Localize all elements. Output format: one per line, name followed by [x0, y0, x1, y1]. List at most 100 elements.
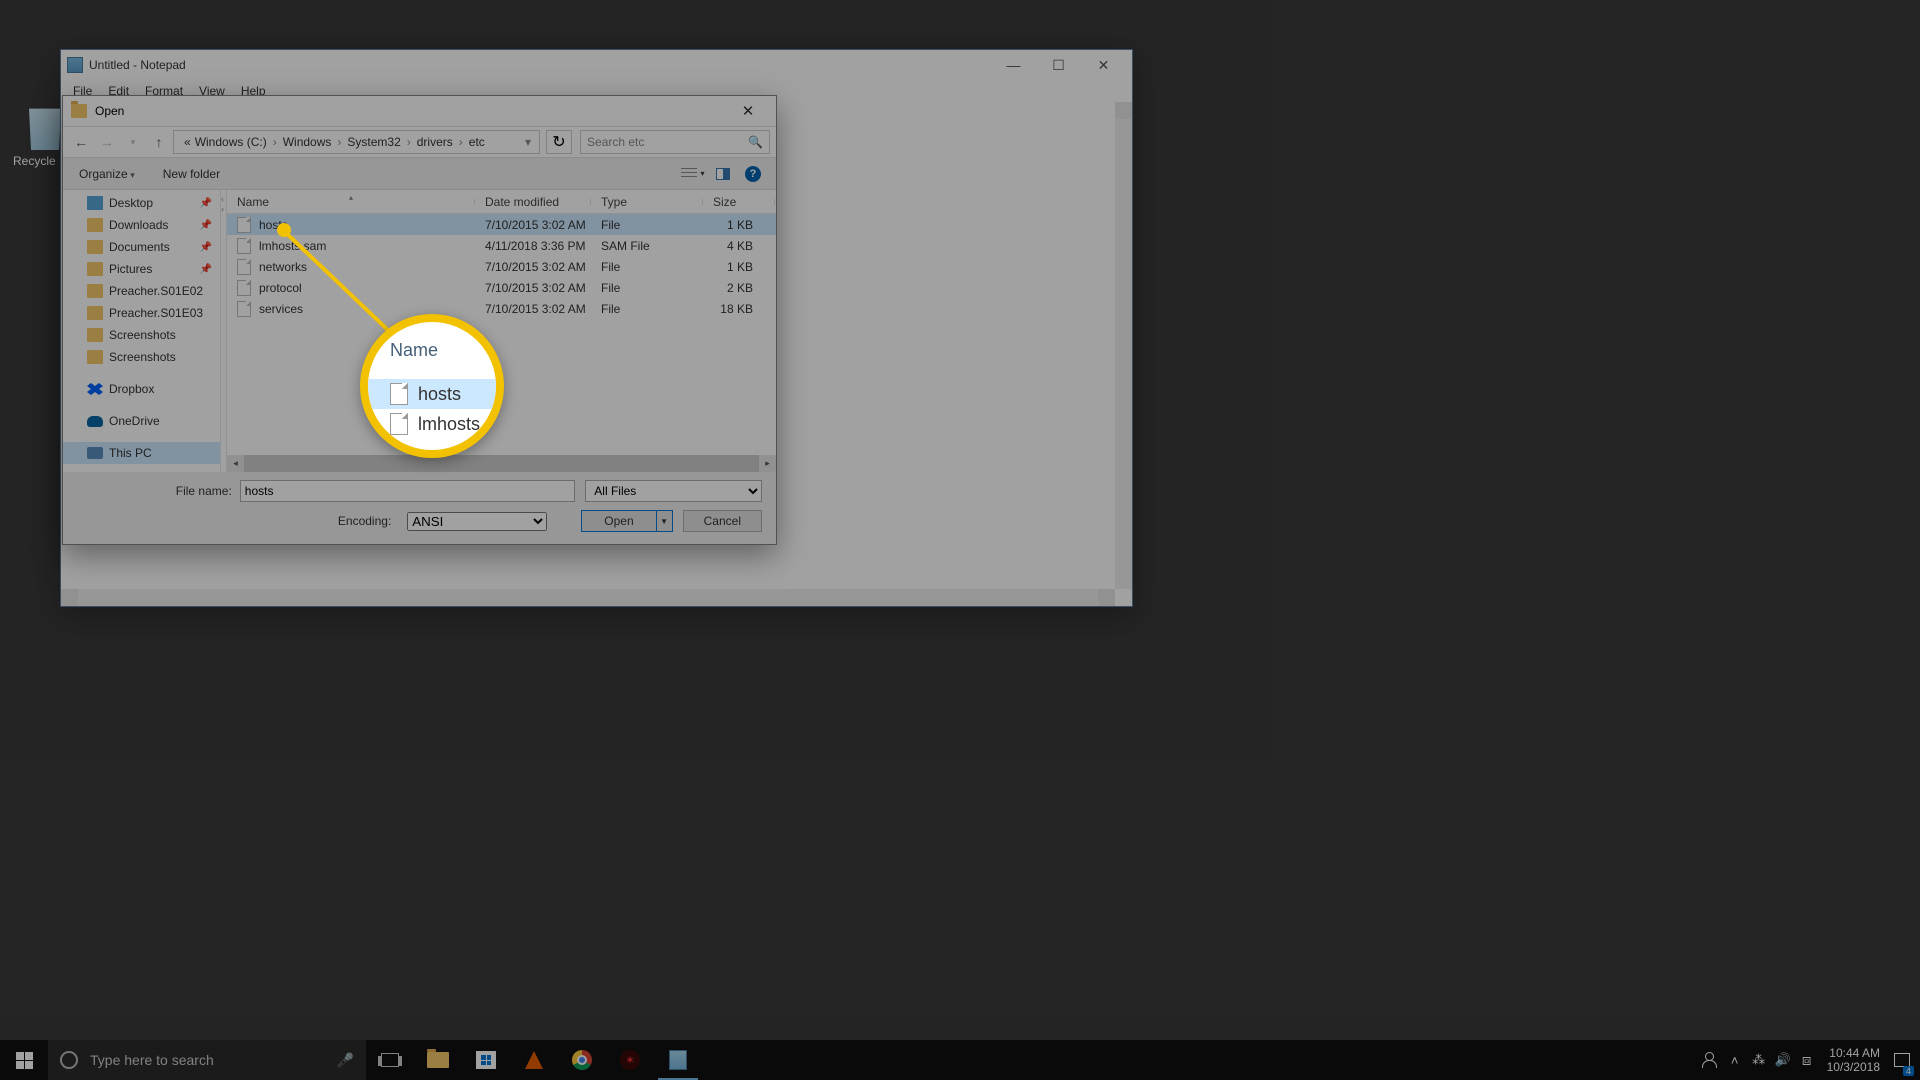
column-type[interactable]: Type — [591, 195, 703, 209]
dropbox-tray-icon[interactable]: ⧈ — [1795, 1040, 1819, 1080]
sidebar-item[interactable]: Preacher.S01E02 — [63, 280, 220, 302]
encoding-select[interactable]: ANSI — [407, 512, 547, 531]
file-date: 7/10/2015 3:02 AM — [475, 281, 591, 295]
file-list: hosts7/10/2015 3:02 AMFile1 KBlmhosts.sa… — [227, 214, 776, 455]
breadcrumb-item[interactable]: Windows — [281, 135, 334, 149]
taskbar-app-red[interactable]: ✶ — [606, 1040, 654, 1080]
file-date: 7/10/2015 3:02 AM — [475, 260, 591, 274]
sidebar-item[interactable]: Downloads📌 — [63, 214, 220, 236]
sidebar-item[interactable]: OneDrive — [63, 410, 220, 432]
action-center-button[interactable]: 4 — [1888, 1040, 1916, 1080]
encoding-label: Encoding: — [338, 514, 391, 528]
network-icon[interactable]: ⁂ — [1747, 1040, 1771, 1080]
file-name: lmhosts.sam — [259, 239, 326, 253]
column-date[interactable]: Date modified — [475, 195, 591, 209]
folder-icon — [71, 104, 87, 118]
close-button[interactable]: ✕ — [1081, 50, 1126, 80]
file-date: 7/10/2015 3:02 AM — [475, 218, 591, 232]
new-folder-button[interactable]: New folder — [155, 163, 228, 185]
taskbar-vlc[interactable] — [510, 1040, 558, 1080]
breadcrumb[interactable]: « Windows (C:)› Windows› System32› drive… — [173, 130, 540, 154]
notification-icon — [1894, 1053, 1910, 1067]
open-button[interactable]: Open ▼ — [581, 510, 672, 532]
file-size: 1 KB — [703, 218, 763, 232]
maximize-button[interactable]: ☐ — [1036, 50, 1081, 80]
onedrive-icon — [87, 416, 103, 427]
start-button[interactable] — [0, 1040, 48, 1080]
column-name[interactable]: ▴Name — [227, 195, 475, 209]
breadcrumb-item[interactable]: System32 — [345, 135, 402, 149]
store-icon — [476, 1051, 496, 1069]
dialog-nav-bar: ← → ▾ ↑ « Windows (C:)› Windows› System3… — [63, 126, 776, 158]
minimize-button[interactable]: — — [991, 50, 1036, 80]
microphone-icon[interactable]: 🎤 — [337, 1052, 354, 1069]
preview-pane-button[interactable] — [710, 163, 736, 185]
file-icon — [237, 301, 251, 317]
sidebar-item[interactable]: Desktop📌 — [63, 192, 220, 214]
horizontal-scrollbar[interactable]: ◂ ▸ — [227, 455, 776, 472]
view-options-button[interactable]: ▾ — [680, 163, 706, 185]
file-size: 2 KB — [703, 281, 763, 295]
sidebar-item[interactable]: Screenshots — [63, 346, 220, 368]
file-row[interactable]: networks7/10/2015 3:02 AMFile1 KB — [227, 256, 776, 277]
file-icon — [237, 259, 251, 275]
breadcrumb-item[interactable]: drivers — [415, 135, 455, 149]
file-type-filter[interactable]: All Files — [585, 480, 762, 502]
sidebar-item[interactable]: Preacher.S01E03 — [63, 302, 220, 324]
sidebar-item[interactable]: Screenshots — [63, 324, 220, 346]
file-row[interactable]: hosts7/10/2015 3:02 AMFile1 KB — [227, 214, 776, 235]
scroll-right-icon[interactable]: ▸ — [759, 455, 776, 472]
taskbar-notepad[interactable] — [654, 1040, 702, 1080]
column-size[interactable]: Size — [703, 195, 775, 209]
breadcrumb-prefix: « — [182, 135, 193, 149]
taskbar-search[interactable]: Type here to search 🎤 — [48, 1040, 366, 1080]
sidebar-item[interactable]: Pictures📌 — [63, 258, 220, 280]
open-dropdown-icon[interactable]: ▼ — [656, 510, 672, 532]
sidebar-item[interactable]: This PC — [63, 442, 220, 464]
file-row[interactable]: protocol7/10/2015 3:02 AMFile2 KB — [227, 277, 776, 298]
breadcrumb-item[interactable]: etc — [467, 135, 487, 149]
clock-date: 10/3/2018 — [1827, 1060, 1880, 1074]
sidebar-item-label: Preacher.S01E02 — [109, 284, 203, 298]
dialog-title: Open — [95, 104, 124, 118]
organize-menu[interactable]: Organize — [73, 163, 141, 185]
dialog-close-button[interactable]: ✕ — [728, 96, 768, 126]
people-button[interactable] — [1699, 1040, 1723, 1080]
file-icon — [237, 238, 251, 254]
task-view-button[interactable] — [366, 1040, 414, 1080]
file-row[interactable]: services7/10/2015 3:02 AMFile18 KB — [227, 298, 776, 319]
taskbar-chrome[interactable] — [558, 1040, 606, 1080]
nav-up-button[interactable]: ↑ — [147, 130, 171, 154]
notepad-icon — [67, 57, 83, 73]
scroll-left-icon[interactable]: ◂ — [227, 455, 244, 472]
search-input[interactable]: Search etc 🔍 — [580, 130, 770, 154]
volume-icon[interactable]: 🔊 — [1771, 1040, 1795, 1080]
file-row[interactable]: lmhosts.sam4/11/2018 3:36 PMSAM File4 KB — [227, 235, 776, 256]
help-button[interactable]: ? — [740, 163, 766, 185]
file-name-input[interactable] — [240, 480, 575, 502]
cancel-button[interactable]: Cancel — [683, 510, 762, 532]
dropbox-icon — [87, 383, 103, 395]
dialog-titlebar[interactable]: Open ✕ — [63, 96, 776, 126]
nav-forward-button[interactable]: → — [95, 130, 119, 154]
taskbar: Type here to search 🎤 ✶ ˄ ⁂ 🔊 ⧈ 10:44 AM… — [0, 1040, 1920, 1080]
sidebar-item[interactable]: Dropbox — [63, 378, 220, 400]
nav-back-button[interactable]: ← — [69, 130, 93, 154]
taskbar-clock[interactable]: 10:44 AM 10/3/2018 — [1819, 1046, 1888, 1075]
refresh-button[interactable]: ↻ — [546, 130, 572, 154]
file-type: File — [591, 281, 703, 295]
preview-icon — [716, 168, 730, 180]
tray-overflow[interactable]: ˄ — [1723, 1040, 1747, 1080]
notepad-titlebar[interactable]: Untitled - Notepad — ☐ ✕ — [61, 50, 1132, 80]
folder-icon — [87, 262, 103, 276]
sidebar-item-label: OneDrive — [109, 414, 160, 428]
taskbar-store[interactable] — [462, 1040, 510, 1080]
breadcrumb-item[interactable]: Windows (C:) — [193, 135, 269, 149]
taskbar-file-explorer[interactable] — [414, 1040, 462, 1080]
vertical-scrollbar[interactable] — [1115, 102, 1132, 589]
nav-recent-dropdown[interactable]: ▾ — [121, 130, 145, 154]
horizontal-scrollbar[interactable] — [61, 589, 1115, 606]
sidebar-item[interactable]: Documents📌 — [63, 236, 220, 258]
sidebar-item-label: Desktop — [109, 196, 153, 210]
open-file-dialog: Open ✕ ← → ▾ ↑ « Windows (C:)› Windows› … — [62, 95, 777, 545]
